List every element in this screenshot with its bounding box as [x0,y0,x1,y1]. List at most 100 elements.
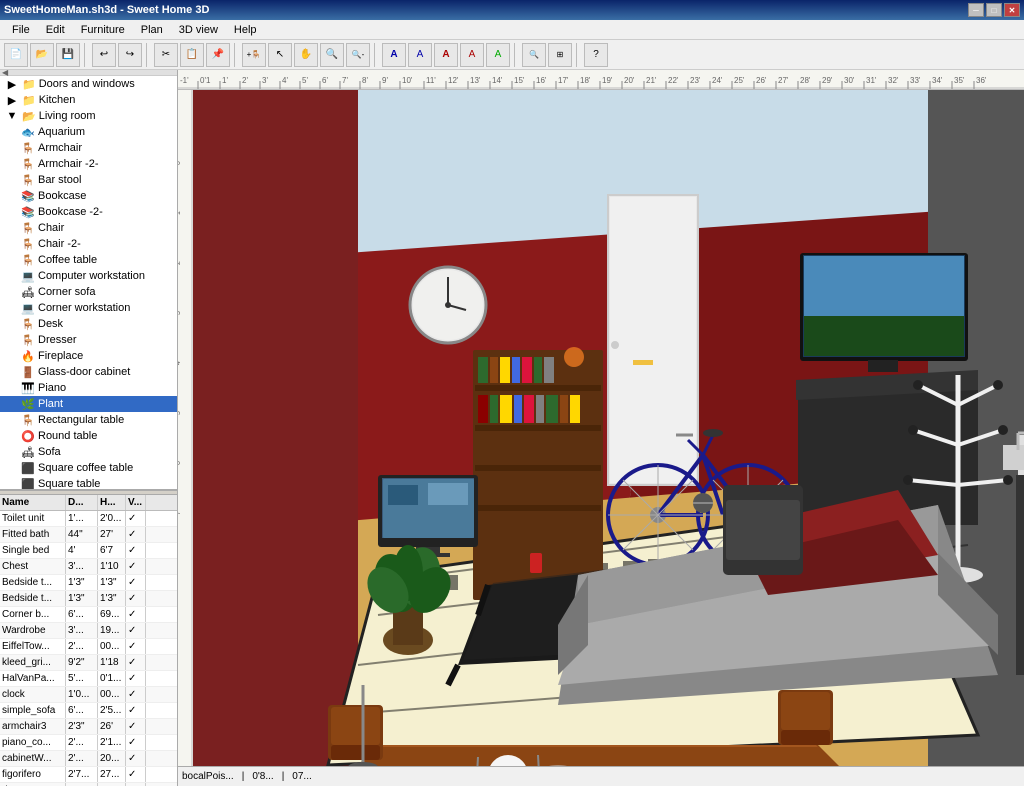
tree-item-plant[interactable]: 🌿 Plant [0,396,177,412]
paste-button[interactable]: 📌 [206,43,230,67]
undo-button[interactable]: ↩ [92,43,116,67]
tree-item-living[interactable]: ▼ 📂 Living room [0,108,177,124]
zoom-in-button[interactable]: 🔍 [320,43,344,67]
list-row[interactable]: simple_sofa 6'... 2'5... ✓ [0,703,177,719]
tree-item-chair2[interactable]: 🪑 Chair -2- [0,236,177,252]
item-icon: 🔥 [20,349,36,363]
zoom-percent-button[interactable]: 🔍 [522,43,546,67]
tree-item-kitchen[interactable]: ▶ 📁 Kitchen [0,92,177,108]
item-icon: ⭕ [20,429,36,443]
text-A5[interactable]: A [486,43,510,67]
tree-item-dresser[interactable]: 🪑 Dresser [0,332,177,348]
list-row[interactable]: HalVanPa... 5'... 0'1... ✓ [0,671,177,687]
tree-item-squarecoffee[interactable]: ⬛ Square coffee table [0,460,177,476]
tree-item-aquarium[interactable]: 🐟 Aquarium [0,124,177,140]
list-row[interactable]: EiffelTow... 2'... 00... ✓ [0,639,177,655]
zoom-out-button[interactable]: 🔍- [346,43,370,67]
menubar: File Edit Furniture Plan 3D view Help [0,20,1024,40]
col-height: H... [98,495,126,510]
3d-viewport[interactable]: 0' 1' 2' 3' 4' 5' 6' 7' [178,90,1024,766]
menu-help[interactable]: Help [226,22,265,38]
menu-3dview[interactable]: 3D view [171,22,226,38]
item-icon: 🪑 [20,157,36,171]
svg-text:25': 25' [734,76,745,85]
svg-text:11': 11' [426,76,436,85]
list-row[interactable]: Wardrobe 3'... 19... ✓ [0,623,177,639]
furniture-list[interactable]: Name D... H... V... Toilet unit 1'... 2'… [0,495,177,786]
svg-text:0': 0' [178,160,182,165]
select-button[interactable]: ↖ [268,43,292,67]
tree-item-compworkstation[interactable]: 💻 Computer workstation [0,268,177,284]
list-row[interactable]: Bedside t... 1'3" 1'3" ✓ [0,591,177,607]
add-furniture-button[interactable]: +🪑 [242,43,266,67]
tree-item-armchair2[interactable]: 🪑 Armchair -2- [0,156,177,172]
tree-item-chair[interactable]: 🪑 Chair [0,220,177,236]
item-icon: 🪑 [20,221,36,235]
tree-item-doors[interactable]: ▶ 📁 Doors and windows [0,76,177,92]
list-row[interactable]: armchair3 2'3" 26' ✓ [0,719,177,735]
menu-furniture[interactable]: Furniture [73,22,133,38]
menu-plan[interactable]: Plan [133,22,171,38]
svg-text:26': 26' [756,76,767,85]
list-row[interactable]: piano_co... 2'... 2'1... ✓ [0,735,177,751]
list-row[interactable]: Single bed 4' 6'7 ✓ [0,543,177,559]
tree-item-fireplace[interactable]: 🔥 Fireplace [0,348,177,364]
text-A3[interactable]: A [434,43,458,67]
tree-item-desk[interactable]: 🪑 Desk [0,316,177,332]
minimize-button[interactable]: ─ [968,3,984,17]
list-row[interactable]: clock 1'0... 00... ✓ [0,687,177,703]
help-button[interactable]: ? [584,43,608,67]
tree-item-barstool[interactable]: 🪑 Bar stool [0,172,177,188]
list-row[interactable]: cabinetW... 2'... 20... ✓ [0,751,177,767]
tree-collapse-icon[interactable]: ◀ [2,70,8,77]
window-controls: ─ □ ✕ [968,3,1020,17]
tree-item-piano[interactable]: 🎹 Piano [0,380,177,396]
tree-item-squaretable[interactable]: ⬛ Square table [0,476,177,490]
close-button[interactable]: ✕ [1004,3,1020,17]
copy-button[interactable]: 📋 [180,43,204,67]
svg-text:17': 17' [558,76,569,85]
text-A1[interactable]: A [382,43,406,67]
tree-item-roundtable[interactable]: ⭕ Round table [0,428,177,444]
svg-text:20': 20' [624,76,635,85]
tree-item-bookcase2[interactable]: 📚 Bookcase -2- [0,204,177,220]
list-row[interactable]: Fitted bath 44" 27' ✓ [0,527,177,543]
svg-text:0'1: 0'1 [200,76,211,85]
zoom-fit-button[interactable]: ⊞ [548,43,572,67]
menu-edit[interactable]: Edit [38,22,73,38]
svg-text:5': 5' [178,410,182,415]
item-icon: 🪑 [20,253,36,267]
list-row[interactable]: Corner b... 6'... 69... ✓ [0,607,177,623]
text-A4[interactable]: A [460,43,484,67]
list-row[interactable]: kleed_gri... 9'2" 1'18 ✓ [0,655,177,671]
furniture-tree[interactable]: ◀ ▶ 📁 Doors and windows ▶ 📁 Kitchen ▼ 📂 … [0,70,177,490]
list-row[interactable]: figorifero 2'7... 27... ✓ [0,767,177,783]
open-button[interactable]: 📂 [30,43,54,67]
list-row[interactable]: Bedside t... 1'3" 1'3" ✓ [0,575,177,591]
redo-button[interactable]: ↪ [118,43,142,67]
list-row[interactable]: Toilet unit 1'... 2'0... ✓ [0,511,177,527]
list-row[interactable]: Chest 3'... 1'10 ✓ [0,559,177,575]
svg-text:6': 6' [178,460,182,465]
tree-item-glassdoor[interactable]: 🚪 Glass-door cabinet [0,364,177,380]
tree-item-armchair[interactable]: 🪑 Armchair [0,140,177,156]
menu-file[interactable]: File [4,22,38,38]
tree-item-cornerworkstation[interactable]: 💻 Corner workstation [0,300,177,316]
item-icon: 💻 [20,301,36,315]
svg-text:21': 21' [646,76,657,85]
svg-text:28': 28' [800,76,811,85]
text-A2[interactable]: A [408,43,432,67]
item-icon: 🪑 [20,141,36,155]
cut-button[interactable]: ✂ [154,43,178,67]
maximize-button[interactable]: □ [986,3,1002,17]
tree-item-recttable[interactable]: 🪑 Rectangular table [0,412,177,428]
status-separator-2: | [282,771,285,782]
tree-item-coffeetable[interactable]: 🪑 Coffee table [0,252,177,268]
save-button[interactable]: 💾 [56,43,80,67]
tree-item-bookcase[interactable]: 📚 Bookcase [0,188,177,204]
svg-text:12': 12' [448,76,459,85]
tree-item-cornersofa[interactable]: 🛋 Corner sofa [0,284,177,300]
tree-item-sofa[interactable]: 🛋 Sofa [0,444,177,460]
pan-button[interactable]: ✋ [294,43,318,67]
new-button[interactable]: 📄 [4,43,28,67]
